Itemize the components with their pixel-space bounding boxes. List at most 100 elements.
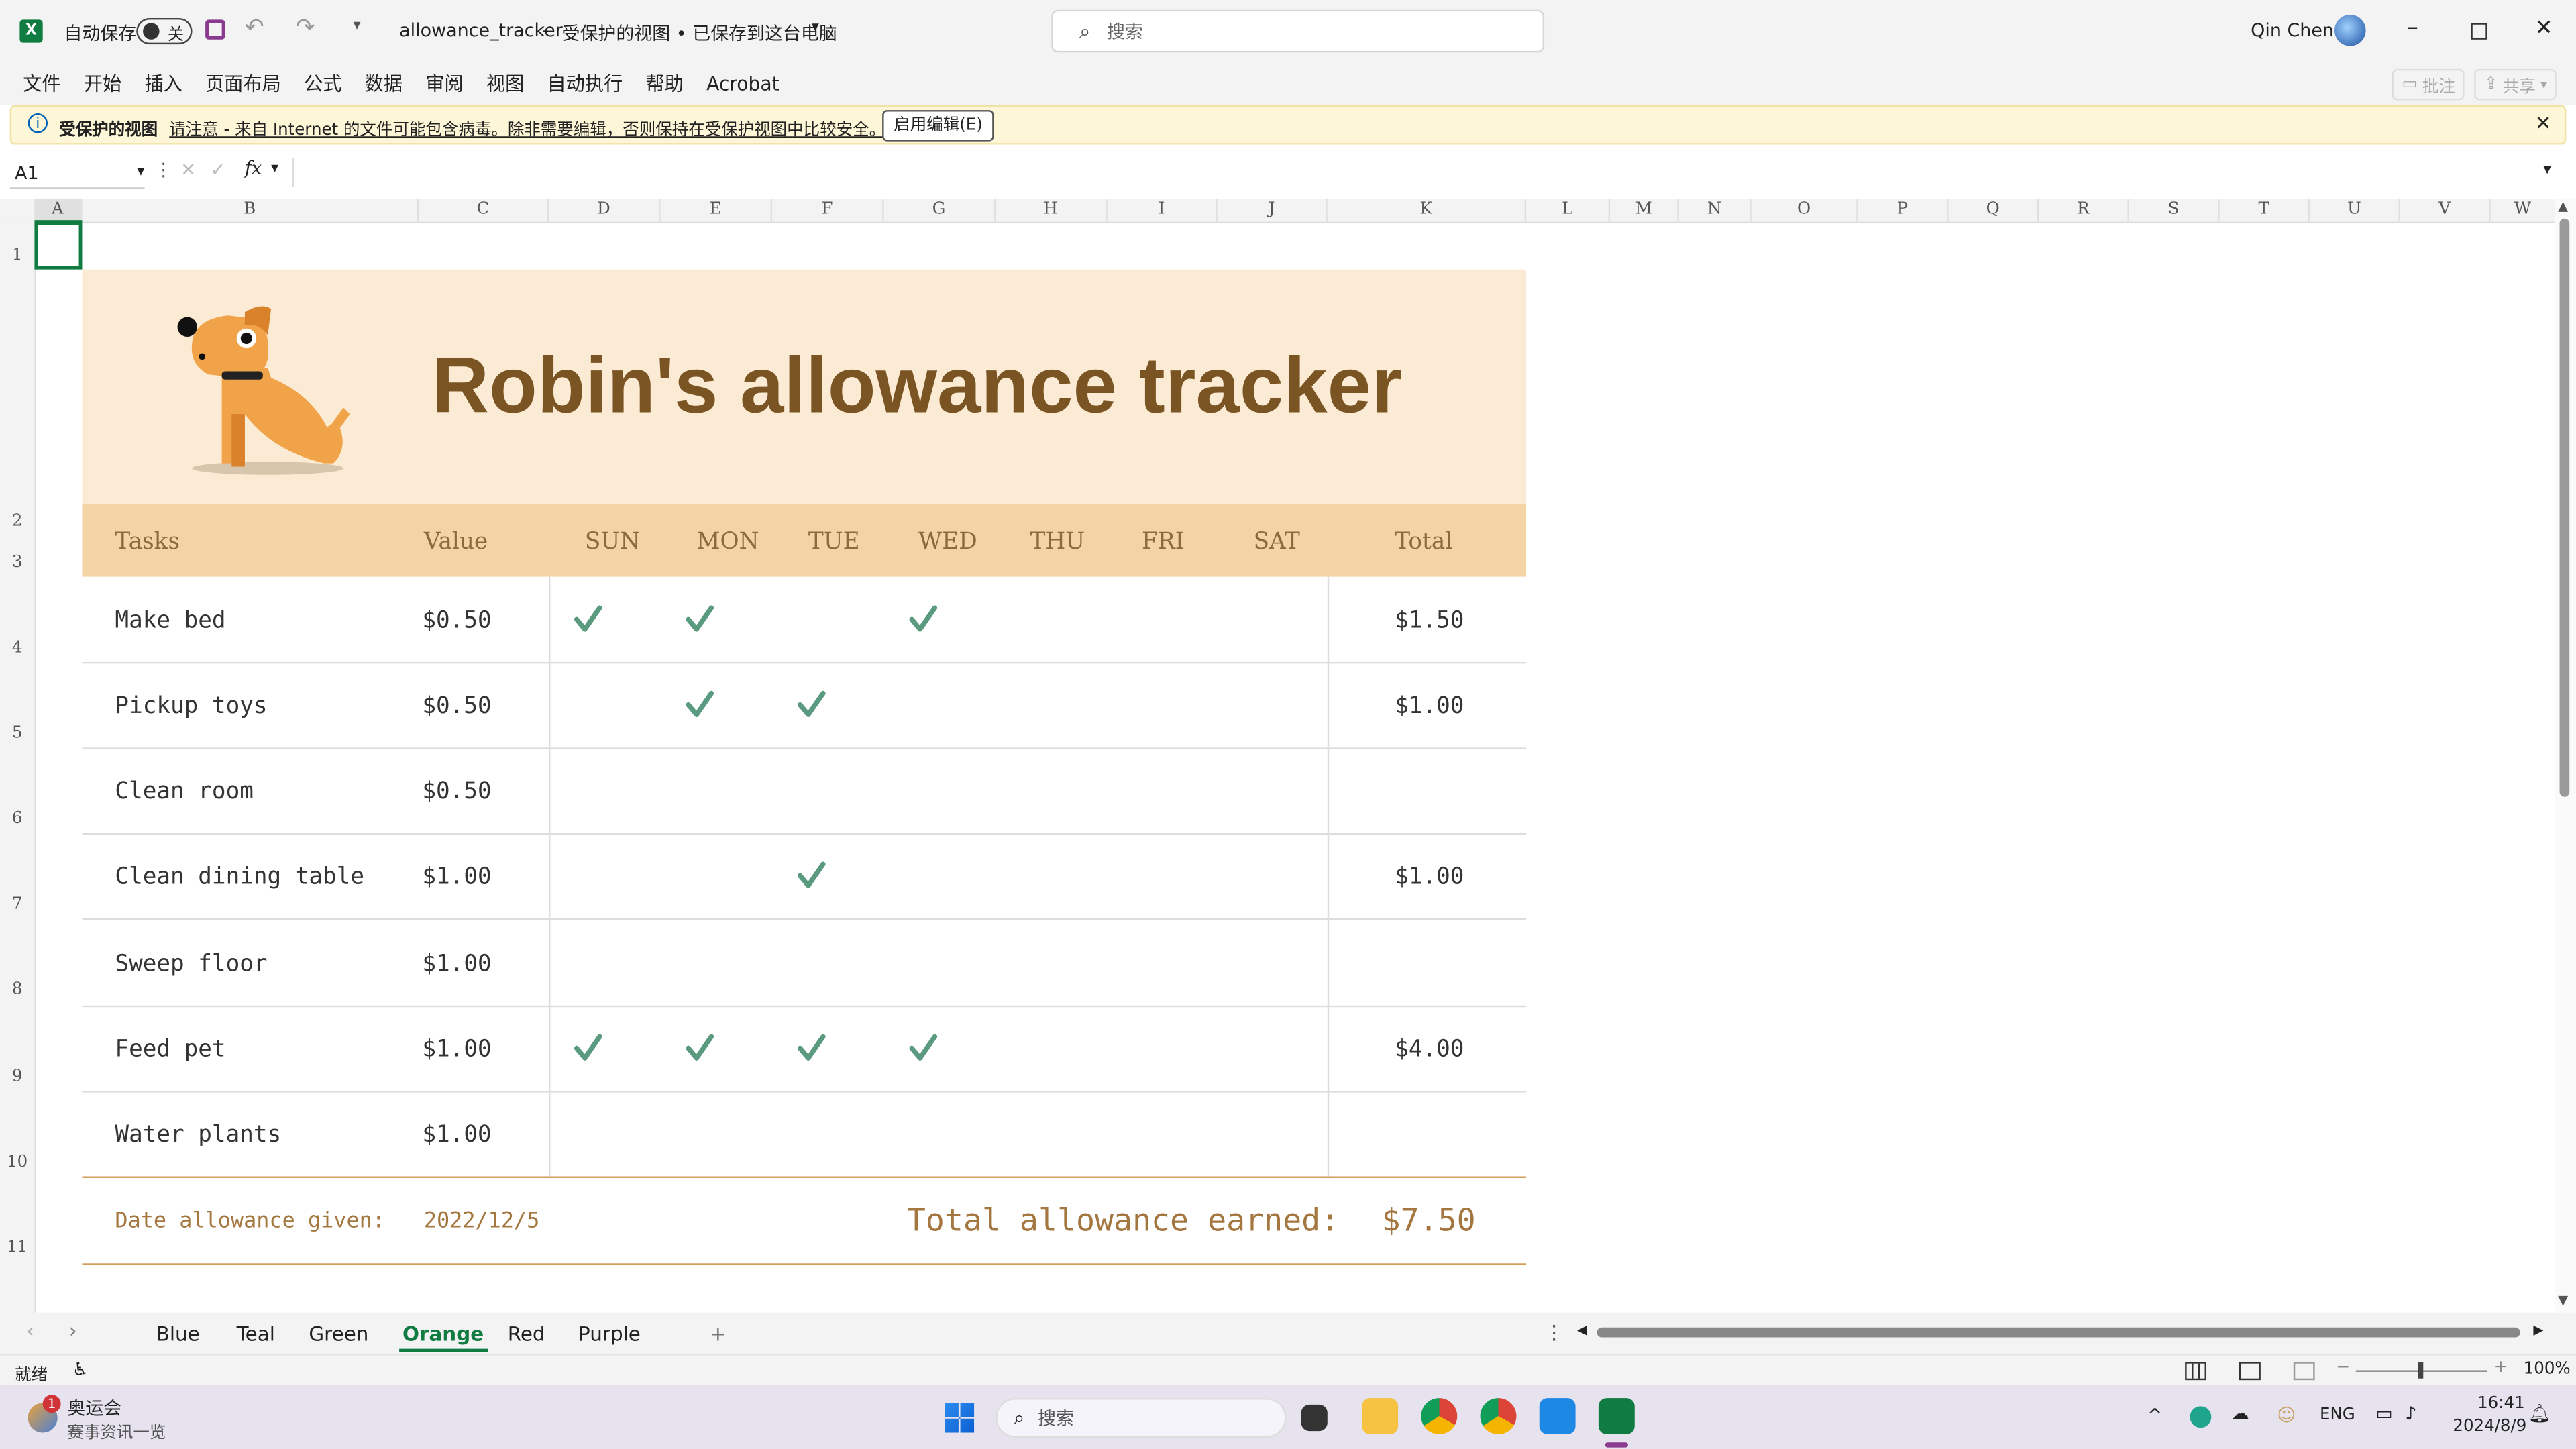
chevron-down-icon[interactable]: ▾ [271, 161, 278, 177]
ribbon-tab-item[interactable]: 页面布局 [194, 62, 292, 105]
column-header-p[interactable]: P [1858, 199, 1949, 222]
file-status[interactable]: 受保护的视图 • 已保存到这台电脑 [562, 19, 837, 46]
volume-icon[interactable]: ♪ [2405, 1403, 2416, 1424]
h-scroll-thumb[interactable] [1597, 1327, 2520, 1338]
ribbon-tab-item[interactable]: 视图 [475, 62, 536, 105]
cat-tray-icon[interactable]: ☺ [2277, 1405, 2296, 1426]
sheet-tab-blue[interactable]: Blue [156, 1320, 200, 1349]
column-header-h[interactable]: H [996, 199, 1108, 222]
language-indicator[interactable]: ENG [2320, 1406, 2355, 1424]
scroll-left-icon[interactable]: ◀ [1577, 1322, 1587, 1337]
column-header-t[interactable]: T [2220, 199, 2310, 222]
network-icon[interactable]: ▭ [2375, 1403, 2392, 1424]
column-header-v[interactable]: V [2400, 199, 2491, 222]
comment-button[interactable]: ▭ 批注 [2392, 68, 2465, 101]
cancel-icon[interactable]: ✕ [180, 160, 196, 181]
task-name[interactable]: Water plants [115, 1091, 281, 1179]
task-value[interactable]: $1.00 [422, 1005, 491, 1093]
add-sheet-button[interactable]: + [710, 1320, 727, 1349]
total-value[interactable]: $7.50 [1382, 1203, 1476, 1239]
onedrive-icon[interactable]: ☁ [2231, 1403, 2249, 1424]
edge-tray-icon[interactable] [2190, 1406, 2212, 1428]
column-header-u[interactable]: U [2310, 199, 2400, 222]
zoom-slider-thumb[interactable] [2418, 1362, 2424, 1379]
column-header-o[interactable]: O [1752, 199, 1858, 222]
normal-view-icon[interactable] [2185, 1362, 2207, 1381]
customize-qat-icon[interactable]: ▾ [354, 18, 361, 34]
task-value[interactable]: $1.00 [422, 1091, 491, 1179]
column-header-g[interactable]: G [884, 199, 996, 222]
ribbon-tab-item[interactable]: 开始 [72, 62, 133, 105]
accessibility-icon[interactable]: ♿ [72, 1358, 89, 1380]
clock-time[interactable]: 16:41 [2477, 1395, 2525, 1413]
scroll-thumb[interactable] [2559, 218, 2570, 797]
task-total[interactable]: $4.00 [1395, 1005, 1464, 1093]
task-value[interactable]: $1.00 [422, 919, 491, 1008]
sheet-options-icon[interactable]: ⋮ [1544, 1321, 1564, 1344]
task-name[interactable]: Clean dining table [115, 834, 364, 922]
column-header-l[interactable]: L [1526, 199, 1611, 222]
notification-bell-icon[interactable]: 🔔︎ [2528, 1403, 2551, 1424]
task-total[interactable]: $1.00 [1395, 834, 1464, 922]
enable-editing-button[interactable]: 启用编辑(E) [882, 110, 994, 142]
ribbon-tab-item[interactable]: 插入 [133, 62, 194, 105]
scroll-down-icon[interactable]: ▼ [2558, 1293, 2568, 1307]
task-name[interactable]: Clean room [115, 748, 253, 837]
task-name[interactable]: Make bed [115, 577, 225, 665]
task-name[interactable]: Feed pet [115, 1005, 225, 1093]
sheet-tab-green[interactable]: Green [309, 1320, 368, 1349]
vertical-scrollbar[interactable]: ▲ ▼ [2555, 199, 2576, 1313]
column-header-k[interactable]: K [1328, 199, 1527, 222]
row-header-2[interactable]: 2 [0, 513, 34, 531]
undo-icon[interactable]: ↶ [245, 15, 264, 41]
row-header-5[interactable]: 5 [0, 724, 34, 743]
ribbon-tab-item[interactable]: 帮助 [634, 62, 695, 105]
redo-icon[interactable]: ↷ [296, 15, 315, 41]
page-break-icon[interactable] [2293, 1362, 2315, 1381]
sheet-tab-teal[interactable]: Teal [237, 1320, 275, 1349]
ribbon-tab-item[interactable]: 自动执行 [535, 62, 634, 105]
column-header-c[interactable]: C [419, 199, 549, 222]
row-header-6[interactable]: 6 [0, 810, 34, 828]
column-header-n[interactable]: N [1679, 199, 1752, 222]
zoom-level[interactable]: 100% [2524, 1360, 2571, 1379]
sheet-tab-orange[interactable]: Orange [399, 1320, 488, 1352]
share-button[interactable]: ⇪ 共享 ▾ [2474, 68, 2557, 101]
chrome-profile-icon[interactable] [1480, 1398, 1517, 1434]
column-header-s[interactable]: S [2129, 199, 2220, 222]
task-value[interactable]: $1.00 [422, 834, 491, 922]
sheet-tab-purple[interactable]: Purple [578, 1320, 641, 1349]
chrome-icon[interactable] [1421, 1398, 1458, 1434]
page-layout-icon[interactable] [2239, 1362, 2261, 1381]
scroll-up-icon[interactable]: ▲ [2558, 199, 2568, 213]
column-header-m[interactable]: M [1610, 199, 1679, 222]
column-header-i[interactable]: I [1108, 199, 1218, 222]
column-header-f[interactable]: F [772, 199, 884, 222]
excel-taskbar-icon[interactable] [1598, 1398, 1635, 1434]
task-total[interactable]: $1.00 [1395, 662, 1464, 751]
ribbon-tab-item[interactable]: Acrobat [695, 62, 791, 105]
protected-message[interactable]: 请注意 - 来自 Internet 的文件可能包含病毒。除非需要编辑，否则保持在… [169, 115, 885, 140]
row-header-4[interactable]: 4 [0, 639, 34, 657]
widget-subtitle[interactable]: 赛事资讯一览 [67, 1417, 166, 1442]
restore-button[interactable] [2471, 23, 2487, 40]
ribbon-tab-item[interactable]: 公式 [292, 62, 354, 105]
column-header-e[interactable]: E [660, 199, 773, 222]
task-view-icon[interactable] [1301, 1404, 1328, 1432]
search-box[interactable]: ⌕ 搜索 [1051, 9, 1545, 53]
zoom-slider[interactable] [2355, 1362, 2487, 1379]
column-header-d[interactable]: D [549, 199, 661, 222]
scroll-right-icon[interactable]: ▶ [2533, 1322, 2543, 1337]
column-header-j[interactable]: J [1218, 199, 1328, 222]
expand-formula-icon[interactable]: ▾ [2543, 161, 2551, 179]
user-name[interactable]: Qin Chen [2251, 19, 2334, 41]
name-box[interactable]: A1 ▾ [9, 158, 145, 189]
task-total[interactable]: $1.50 [1395, 577, 1464, 665]
row-header-11[interactable]: 11 [0, 1239, 34, 1257]
enter-icon[interactable]: ✓ [210, 160, 225, 181]
prev-sheet-icon[interactable]: ‹ [26, 1320, 34, 1342]
row-header-9[interactable]: 9 [0, 1068, 34, 1086]
date-value[interactable]: 2022/12/5 [424, 1209, 540, 1234]
next-sheet-icon[interactable]: › [69, 1320, 77, 1342]
close-icon[interactable]: ✕ [2535, 112, 2552, 135]
